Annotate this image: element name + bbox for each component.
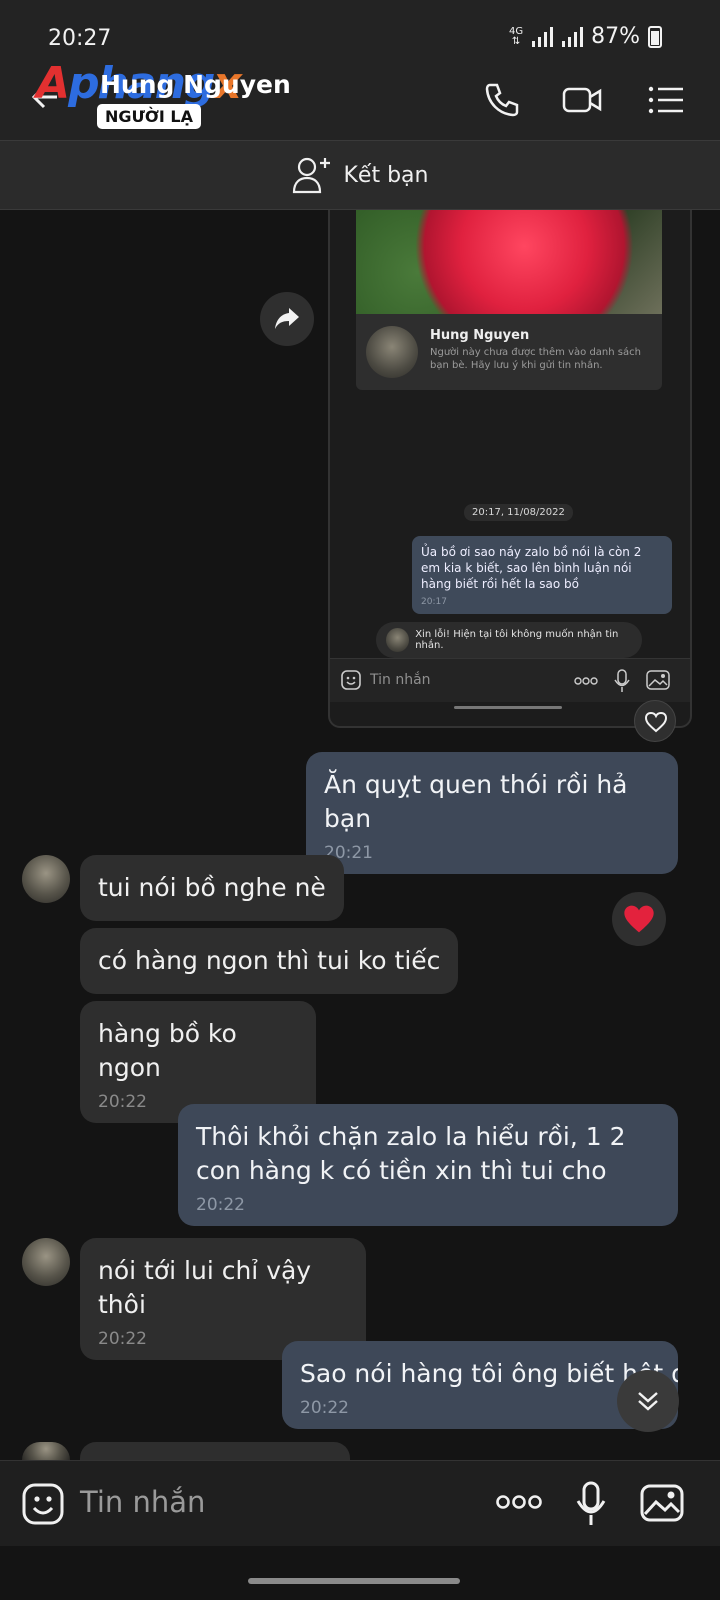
menu-icon[interactable] xyxy=(646,80,686,120)
status-icons: 4G ⇅ 87% xyxy=(509,24,662,49)
message-text: tui nói bồ nghe nè xyxy=(98,873,326,902)
phone-icon[interactable] xyxy=(482,80,522,120)
like-button[interactable] xyxy=(634,700,676,742)
screenshot-image-message[interactable]: Hung Nguyen Người này chưa được thêm vào… xyxy=(328,210,692,728)
screenshot-avatar xyxy=(366,326,418,378)
screenshot-more-icon xyxy=(574,677,598,685)
screenshot-reject-text: Xin lỗi! Hiện tại tôi không muốn nhận ti… xyxy=(415,629,619,651)
battery-icon xyxy=(648,25,662,48)
sticker-icon[interactable] xyxy=(22,1483,64,1525)
screenshot-sticker-icon xyxy=(341,670,361,690)
contact-name[interactable]: Hung Nguyen xyxy=(100,70,291,99)
message-bubble-incoming[interactable]: tui nói bồ nghe nè xyxy=(80,855,344,921)
screenshot-input-placeholder: Tin nhắn xyxy=(370,672,431,688)
screenshot-date-chip: 20:17, 11/08/2022 xyxy=(464,504,573,521)
more-options-icon[interactable] xyxy=(496,1494,542,1510)
screenshot-profile-note: Người này chưa được thêm vào danh sách b… xyxy=(430,347,641,371)
screenshot-home-handle xyxy=(454,706,562,709)
contact-avatar[interactable] xyxy=(22,1238,70,1286)
network-indicator: 4G ⇅ xyxy=(508,25,524,47)
signal-icon-2 xyxy=(562,26,584,47)
message-text: Ăn quỵt quen thói rồi hả bạn xyxy=(324,770,628,833)
add-friend-label: Kết bạn xyxy=(343,162,429,188)
screenshot-profile-name: Hung Nguyen xyxy=(430,328,530,343)
share-button[interactable] xyxy=(260,292,314,346)
message-composer: Tin nhắn xyxy=(0,1460,720,1546)
heart-reaction[interactable] xyxy=(612,892,666,946)
system-nav-bar xyxy=(0,1546,720,1600)
contact-avatar[interactable] xyxy=(22,855,70,903)
message-bubble-outgoing[interactable]: Thôi khỏi chặn zalo la hiểu rồi, 1 2 con… xyxy=(178,1104,678,1226)
screenshot-profile-card: Hung Nguyen Người này chưa được thêm vào… xyxy=(356,314,662,390)
screenshot-reject-notice: Xin lỗi! Hiện tại tôi không muốn nhận ti… xyxy=(376,622,642,658)
message-text: Sao nói hàng tôi ông biết hêt đ xyxy=(300,1359,678,1388)
add-friend-button[interactable]: Kết bạn xyxy=(0,140,720,210)
message-bubble-incoming[interactable]: có hàng ngon thì tui ko tiếc xyxy=(80,928,459,994)
add-user-icon xyxy=(292,157,330,194)
battery-percent: 87% xyxy=(591,24,640,49)
rose-cover-photo xyxy=(356,210,662,314)
microphone-icon[interactable] xyxy=(576,1481,606,1527)
message-input[interactable]: Tin nhắn xyxy=(80,1485,205,1519)
video-call-icon[interactable] xyxy=(562,80,602,120)
message-time: 20:22 xyxy=(300,1398,349,1418)
message-time: 20:22 xyxy=(196,1195,245,1215)
home-gesture-handle[interactable] xyxy=(248,1578,460,1584)
screenshot-reject-avatar xyxy=(386,628,410,652)
share-arrow-icon xyxy=(275,308,299,329)
screenshot-input-bar: Tin nhắn xyxy=(330,658,690,702)
message-bubble-outgoing[interactable]: Sao nói hàng tôi ông biết hêt đ 20:22 xyxy=(282,1341,678,1429)
message-text: Thôi khỏi chặn zalo la hiểu rồi, 1 2 con… xyxy=(196,1122,626,1185)
screenshot-message-text: Ủa bồ ơi sao náy zalo bồ nói là còn 2 em… xyxy=(421,545,642,591)
message-text: hàng bồ ko ngon xyxy=(98,1019,237,1082)
gallery-icon[interactable] xyxy=(640,1483,684,1523)
screenshot-gallery-icon xyxy=(646,670,670,690)
heart-outline-icon xyxy=(644,711,668,733)
message-text: nói tới lui chỉ vậy thôi xyxy=(98,1256,312,1319)
red-heart-icon xyxy=(624,905,654,933)
top-bar: 20:27 4G ⇅ 87% Aphangx Hung Nguyen NGƯỜI … xyxy=(0,0,720,140)
message-bubble-outgoing[interactable]: Ăn quỵt quen thói rồi hả bạn 20:21 xyxy=(306,752,678,874)
message-bubble-partial xyxy=(80,1442,350,1460)
message-text: có hàng ngon thì tui ko tiếc xyxy=(98,946,441,975)
message-time: 20:21 xyxy=(324,843,373,863)
scroll-to-bottom-button[interactable] xyxy=(617,1370,679,1432)
double-chevron-down-icon xyxy=(638,1392,658,1411)
screenshot-message-time: 20:17 xyxy=(421,597,447,607)
stranger-badge: NGƯỜI LẠ xyxy=(97,104,201,129)
screenshot-message-bubble: Ủa bồ ơi sao náy zalo bồ nói là còn 2 em… xyxy=(412,536,672,614)
status-time: 20:27 xyxy=(48,26,112,51)
signal-icon xyxy=(532,26,554,47)
screenshot-mic-icon xyxy=(614,669,630,692)
contact-avatar-partial xyxy=(22,1442,70,1460)
